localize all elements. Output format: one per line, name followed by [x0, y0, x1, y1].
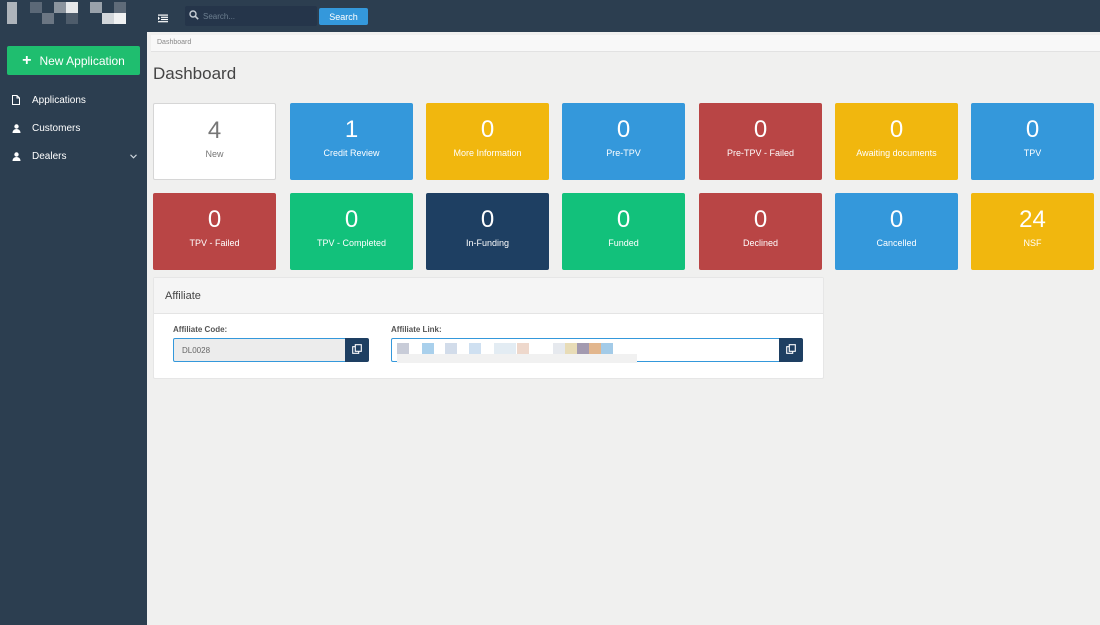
- user-icon: [12, 123, 32, 133]
- tile-label: More Information: [453, 148, 522, 158]
- affiliate-code-input[interactable]: [174, 339, 345, 361]
- affiliate-code-label: Affiliate Code:: [173, 325, 228, 334]
- tile-label: TPV - Failed: [189, 238, 240, 248]
- tile-count: 0: [616, 206, 631, 233]
- sidebar-item-label: Customers: [32, 122, 81, 134]
- sidebar-item-customers[interactable]: Customers: [0, 114, 147, 142]
- sidebar-item-dealers[interactable]: Dealers: [0, 142, 147, 170]
- copy-affiliate-code-button[interactable]: [345, 338, 369, 362]
- tile-pre-tpv[interactable]: 0 Pre-TPV: [562, 103, 685, 180]
- copy-icon: [352, 341, 362, 359]
- tile-new[interactable]: 4 New: [153, 103, 276, 180]
- sidebar-nav: Applications Customers Dealers: [0, 86, 147, 170]
- breadcrumb: Dashboard: [151, 35, 1100, 52]
- tile-count: 0: [344, 206, 359, 233]
- tile-label: Pre-TPV: [606, 148, 641, 158]
- tile-count: 0: [480, 206, 495, 233]
- tile-label: TPV: [1023, 148, 1042, 158]
- tile-nsf[interactable]: 24 NSF: [971, 193, 1094, 270]
- affiliate-panel-title: Affiliate: [165, 290, 201, 302]
- chevron-down-icon[interactable]: [130, 151, 137, 162]
- tile-label: In-Funding: [465, 238, 510, 248]
- tile-declined[interactable]: 0 Declined: [699, 193, 822, 270]
- tile-tpv-failed[interactable]: 0 TPV - Failed: [153, 193, 276, 270]
- sidebar-item-label: Applications: [32, 94, 86, 106]
- breadcrumb-item-dashboard[interactable]: Dashboard: [157, 39, 191, 46]
- tile-awaiting-documents[interactable]: 0 Awaiting documents: [835, 103, 958, 180]
- tile-tpv[interactable]: 0 TPV: [971, 103, 1094, 180]
- tile-label: Cancelled: [876, 238, 917, 248]
- tile-cancelled[interactable]: 0 Cancelled: [835, 193, 958, 270]
- search-box: [185, 6, 317, 26]
- copy-icon: [786, 341, 796, 359]
- tile-label: NSF: [1023, 238, 1042, 248]
- tile-tpv-completed[interactable]: 0 TPV - Completed: [290, 193, 413, 270]
- tile-count: 24: [1019, 206, 1046, 233]
- logo[interactable]: [0, 0, 147, 32]
- plus-icon: +: [22, 51, 32, 69]
- tile-count: 1: [344, 116, 359, 143]
- tile-count: 4: [207, 117, 222, 144]
- topbar: Search: [147, 0, 1100, 32]
- search-button[interactable]: Search: [319, 8, 368, 25]
- new-application-button[interactable]: + New Application: [7, 46, 140, 75]
- tile-pre-tpv-failed[interactable]: 0 Pre-TPV - Failed: [699, 103, 822, 180]
- tile-more-information[interactable]: 0 More Information: [426, 103, 549, 180]
- file-icon: [12, 95, 32, 105]
- sidebar-item-label: Dealers: [32, 150, 67, 162]
- tile-count: 0: [1025, 116, 1040, 143]
- tile-label: Pre-TPV - Failed: [726, 148, 795, 158]
- tile-label: Declined: [742, 238, 779, 248]
- tile-count: 0: [889, 206, 904, 233]
- tile-label: Funded: [608, 238, 639, 248]
- tile-credit-review[interactable]: 1 Credit Review: [290, 103, 413, 180]
- sidebar-item-applications[interactable]: Applications: [0, 86, 147, 114]
- tile-count: 0: [207, 206, 222, 233]
- page-title: Dashboard: [153, 64, 237, 83]
- tile-label: New: [205, 149, 224, 159]
- tile-count: 0: [889, 116, 904, 143]
- affiliate-panel: Affiliate Affiliate Code: Affiliate Link…: [153, 277, 824, 379]
- tile-count: 0: [480, 116, 495, 143]
- tile-in-funding[interactable]: 0 In-Funding: [426, 193, 549, 270]
- tile-count: 0: [753, 206, 768, 233]
- user-icon: [12, 151, 32, 161]
- sidebar: + New Application Applications Customers…: [0, 0, 147, 625]
- affiliate-panel-header: Affiliate: [154, 278, 823, 314]
- affiliate-code-field: [173, 338, 346, 362]
- new-application-label: New Application: [39, 53, 125, 68]
- tile-label: Awaiting documents: [856, 148, 937, 158]
- affiliate-link-field[interactable]: [391, 338, 780, 363]
- affiliate-link-label: Affiliate Link:: [391, 325, 442, 334]
- tile-label: TPV - Completed: [316, 238, 387, 248]
- tile-count: 0: [753, 116, 768, 143]
- menu-toggle-icon[interactable]: [158, 10, 168, 28]
- copy-affiliate-link-button[interactable]: [779, 338, 803, 362]
- tile-label: Credit Review: [323, 148, 380, 158]
- tile-count: 0: [616, 116, 631, 143]
- tile-funded[interactable]: 0 Funded: [562, 193, 685, 270]
- search-input[interactable]: [203, 11, 313, 21]
- search-icon: [189, 7, 199, 25]
